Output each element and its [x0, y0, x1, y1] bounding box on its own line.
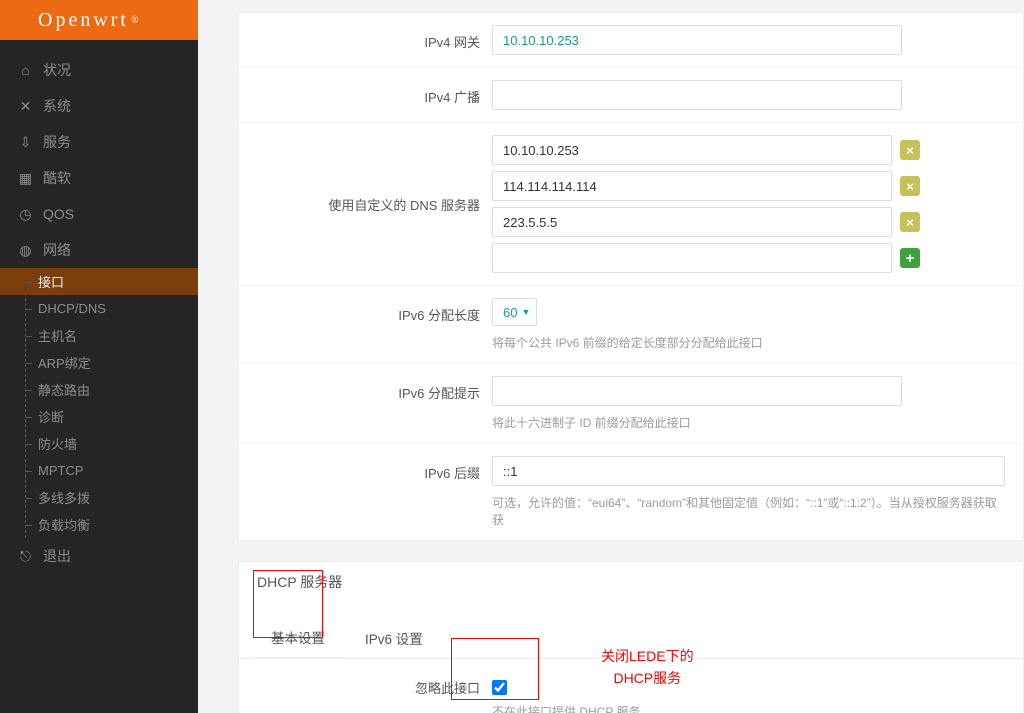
dns-input-2[interactable] [492, 207, 892, 237]
label-ipv6-suffix: IPv6 后缀 [257, 456, 492, 482]
sidebar-sub-diag[interactable]: 诊断 [0, 403, 198, 430]
tab-ipv6[interactable]: IPv6 设置 [345, 620, 443, 658]
sidebar-sub-firewall[interactable]: 防火墙 [0, 430, 198, 457]
row-ipv6-alloc: IPv6 分配长度 60 ▼ 将每个公共 IPv6 前缀的给定长度部分分配给此接… [239, 286, 1023, 364]
brand-bar: Openwrt® [0, 0, 198, 40]
sidebar-sub-multiwan[interactable]: 多线多拨 [0, 484, 198, 511]
label-dns: 使用自定义的 DNS 服务器 [257, 195, 492, 214]
hint-ipv6-hint: 将此十六进制子 ID 前缀分配给此接口 [492, 414, 1005, 431]
label-ipv6-hint: IPv6 分配提示 [257, 376, 492, 402]
ipv6-suffix-input[interactable] [492, 456, 1005, 486]
brand-name: Openwrt [38, 9, 129, 32]
tools-icon: ✕ [18, 98, 33, 115]
dns-input-new[interactable] [492, 243, 892, 273]
dhcp-title: DHCP 服务器 [239, 562, 360, 602]
ipv4-broadcast-input[interactable] [492, 80, 902, 110]
sidebar-item-network[interactable]: ◍ 网络 [0, 232, 198, 268]
home-icon: ⌂ [18, 62, 33, 78]
label-ipv4-broadcast: IPv4 广播 [257, 80, 492, 106]
label-ipv6-alloc: IPv6 分配长度 [257, 298, 492, 324]
main-content: IPv4 网关 IPv4 广播 使用自定义的 DNS 服务器 × × [198, 0, 1024, 713]
label-ignore: 忽略此接口 [257, 671, 492, 697]
globe-icon: ◍ [18, 242, 33, 259]
ipv6-alloc-select[interactable]: 60 ▼ [492, 298, 537, 326]
row-ipv4-gateway: IPv4 网关 [239, 13, 1023, 68]
sidebar-sub-dhcpdns[interactable]: DHCP/DNS [0, 295, 198, 322]
sidebar-item-status[interactable]: ⌂ 状况 [0, 52, 198, 88]
sidebar-item-label: 状况 [43, 60, 180, 80]
dns-delete-button-0[interactable]: × [900, 140, 920, 160]
ignore-checkbox[interactable] [492, 680, 507, 695]
sidebar-sub-loadbal[interactable]: 负载均衡 [0, 511, 198, 538]
dns-add-button[interactable]: + [900, 248, 920, 268]
caret-down-icon: ▼ [521, 307, 530, 317]
ipv4-gateway-input[interactable] [492, 25, 902, 55]
sidebar-sub-hostname[interactable]: 主机名 [0, 322, 198, 349]
hint-ignore: 不在此接口提供 DHCP 服务。 [492, 703, 1005, 713]
sidebar-sub-mptcp[interactable]: MPTCP [0, 457, 198, 484]
dhcp-card: DHCP 服务器 基本设置 IPv6 设置 忽略此接口 不在此接口提供 DHCP… [238, 561, 1024, 713]
row-ipv6-suffix: IPv6 后缀 可选，允许的值：“eui64”、“random”和其他固定值（例… [239, 444, 1023, 540]
dashboard-icon: ◷ [18, 206, 33, 223]
brand-mark: ® [131, 15, 139, 26]
label-ipv4-gateway: IPv4 网关 [257, 25, 492, 51]
sidebar-item-services[interactable]: ⇩ 服务 [0, 124, 198, 160]
tab-basic[interactable]: 基本设置 [251, 619, 345, 659]
sidebar-item-cool[interactable]: ▦ 酷软 [0, 160, 198, 196]
hint-ipv6-suffix: 可选，允许的值：“eui64”、“random”和其他固定值（例如：“::1”或… [492, 494, 1005, 528]
sidebar-item-label: 网络 [43, 240, 180, 260]
logout-icon: ⎋ [18, 548, 33, 565]
ipv6-alloc-value: 60 [503, 305, 517, 320]
row-ipv6-hint: IPv6 分配提示 将此十六进制子 ID 前缀分配给此接口 [239, 364, 1023, 444]
sidebar-sub-arp[interactable]: ARP绑定 [0, 349, 198, 376]
sidebar-item-label: 退出 [43, 546, 180, 566]
dns-input-1[interactable] [492, 171, 892, 201]
dns-delete-button-2[interactable]: × [900, 212, 920, 232]
dns-delete-button-1[interactable]: × [900, 176, 920, 196]
sidebar-item-label: 系统 [43, 96, 180, 116]
sidebar-item-logout[interactable]: ⎋ 退出 [0, 538, 198, 574]
sidebar: ⌂ 状况 ✕ 系统 ⇩ 服务 ▦ 酷软 ◷ QOS ◍ 网络 接口 DHCP/D… [0, 40, 198, 713]
row-ipv4-broadcast: IPv4 广播 [239, 68, 1023, 123]
download-icon: ⇩ [18, 134, 33, 151]
sidebar-item-qos[interactable]: ◷ QOS [0, 196, 198, 232]
annotation-text: 关闭LEDE下的 DHCP服务 [601, 646, 694, 689]
sidebar-submenu-network: 接口 DHCP/DNS 主机名 ARP绑定 静态路由 诊断 防火墙 MPTCP … [0, 268, 198, 538]
dhcp-link[interactable]: DHCP [579, 705, 613, 713]
sidebar-item-system[interactable]: ✕ 系统 [0, 88, 198, 124]
grid-icon: ▦ [18, 170, 33, 187]
network-settings-card: IPv4 网关 IPv4 广播 使用自定义的 DNS 服务器 × × [238, 12, 1024, 541]
sidebar-item-label: QOS [43, 206, 180, 222]
sidebar-item-label: 酷软 [43, 168, 180, 188]
sidebar-item-label: 服务 [43, 132, 180, 152]
dns-input-0[interactable] [492, 135, 892, 165]
sidebar-sub-staticroute[interactable]: 静态路由 [0, 376, 198, 403]
hint-ipv6-alloc: 将每个公共 IPv6 前缀的给定长度部分分配给此接口 [492, 334, 1005, 351]
row-dns: 使用自定义的 DNS 服务器 × × × + [239, 123, 1023, 286]
ipv6-hint-input[interactable] [492, 376, 902, 406]
sidebar-sub-interface[interactable]: 接口 [0, 268, 198, 295]
